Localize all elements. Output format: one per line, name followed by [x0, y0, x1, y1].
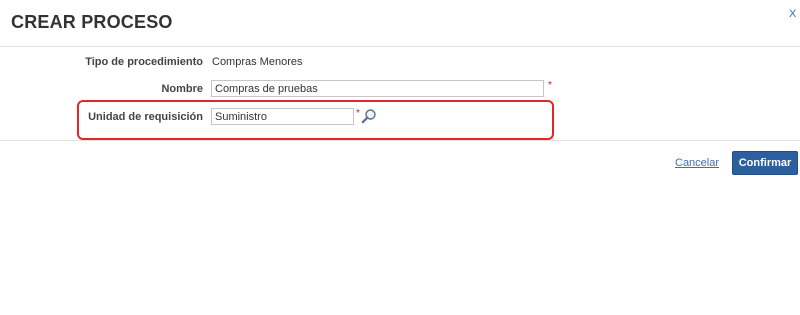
form-row-tipo: Tipo de procedimiento Compras Menores — [0, 52, 800, 74]
cancel-link[interactable]: Cancelar — [675, 157, 719, 169]
dialog-header: CREAR PROCESO X — [0, 0, 800, 47]
form-row-nombre: Nombre * — [0, 79, 800, 101]
dialog-title: CREAR PROCESO — [11, 12, 173, 32]
nombre-required-mark: * — [548, 80, 552, 91]
crear-proceso-dialog: CREAR PROCESO X Tipo de procedimiento Co… — [0, 0, 800, 315]
nombre-input[interactable] — [211, 80, 544, 97]
form-divider — [0, 140, 800, 141]
tipo-procedimiento-label: Tipo de procedimiento — [85, 56, 203, 68]
confirm-button[interactable]: Confirmar — [732, 151, 798, 175]
tipo-procedimiento-value: Compras Menores — [212, 56, 303, 68]
close-button[interactable]: X — [789, 8, 796, 20]
unidad-requisicion-highlight — [77, 100, 554, 140]
nombre-label: Nombre — [161, 83, 203, 95]
